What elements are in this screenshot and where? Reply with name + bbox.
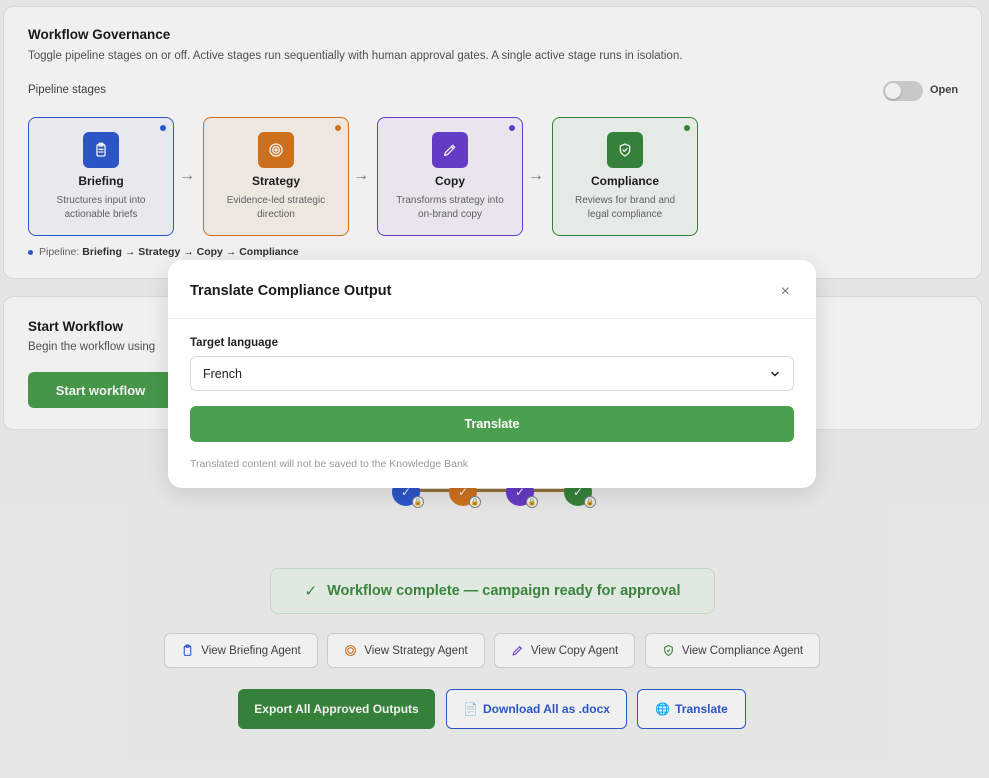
modal-note: Translated content will not be saved to … xyxy=(190,458,469,470)
target-language-select[interactable]: French xyxy=(190,356,794,391)
chevron-down-icon xyxy=(771,371,779,376)
modal-title: Translate Compliance Output xyxy=(190,283,392,299)
translate-button[interactable]: Translate xyxy=(190,406,794,442)
modal-divider xyxy=(168,318,816,319)
selected-language: French xyxy=(203,366,242,381)
translate-modal: Translate Compliance Output × Target lan… xyxy=(168,260,816,488)
close-icon[interactable]: × xyxy=(781,283,790,301)
target-language-label: Target language xyxy=(190,337,278,349)
